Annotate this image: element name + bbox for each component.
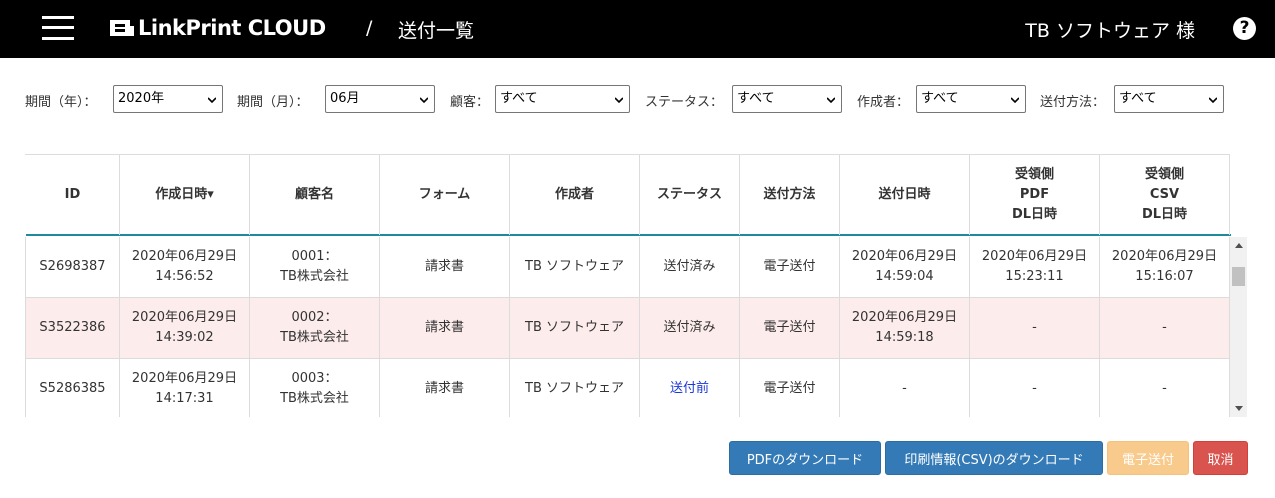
chevron-down-icon [827,97,835,104]
cell-pdf-dl: - [970,359,1100,417]
cell-status-link[interactable]: 送付前 [640,359,740,417]
cell-status: 送付済み [640,298,740,358]
cell-status: 送付済み [640,237,740,297]
cell-customer: 0003： TB株式会社 [250,359,380,417]
column-header-send-method[interactable]: 送付方法 [740,155,840,235]
chevron-down-icon [1011,97,1019,104]
cell-customer: 0002： TB株式会社 [250,298,380,358]
scroll-down-icon[interactable] [1235,406,1243,411]
filter-label-year: 期間（年）： [25,95,97,110]
pdf-download-button[interactable]: PDFのダウンロード [729,441,881,475]
cell-created-at: 2020年06月29日 14:17:31 [120,359,250,417]
page-title: 送付一覧 [398,20,475,42]
top-bar: LinkPrint CLOUD / 送付一覧 TB ソフトウェア 様 ? [0,0,1275,58]
cell-author: TB ソフトウェア [510,359,640,417]
filter-select-author[interactable]: すべて [916,85,1026,113]
filter-value-customer: すべて [500,91,538,106]
cell-form: 請求書 [380,237,510,297]
table-row[interactable]: S2698387 2020年06月29日 14:56:52 0001： TB株式… [26,237,1230,298]
cell-csv-dl: - [1100,298,1230,358]
chevron-down-icon [420,97,428,104]
column-header-sent-at[interactable]: 送付日時 [840,155,970,235]
filter-label-status: ステータス： [645,95,724,110]
cell-send-method: 電子送付 [740,359,840,417]
cell-form: 請求書 [380,359,510,417]
cell-customer: 0001： TB株式会社 [250,237,380,297]
cell-author: TB ソフトウェア [510,237,640,297]
scroll-up-icon[interactable] [1235,243,1243,248]
filter-label-month: 期間（月）： [237,95,309,110]
scroll-thumb[interactable] [1232,267,1245,286]
column-header-csv-dl[interactable]: 受領側 CSV DL日時 [1100,155,1230,235]
cell-id: S5286385 [26,359,120,417]
table-row[interactable]: S5286385 2020年06月29日 14:17:31 0003： TB株式… [26,359,1230,417]
cell-author: TB ソフトウェア [510,298,640,358]
table-scrollbar[interactable] [1230,237,1247,417]
send-list-table: ID 作成日時▾ 顧客名 フォーム 作成者 ステータス 送付方法 送付日時 受領… [25,154,1231,236]
filter-value-author: すべて [921,91,959,106]
cell-csv-dl: 2020年06月29日 15:16:07 [1100,237,1230,297]
logo-mark-icon [110,20,134,36]
column-header-customer[interactable]: 顧客名 [250,155,380,235]
column-header-form[interactable]: フォーム [380,155,510,235]
cell-pdf-dl: 2020年06月29日 15:23:11 [970,237,1100,297]
csv-download-button[interactable]: 印刷情報(CSV)のダウンロード [885,441,1103,475]
filter-value-status: すべて [737,91,775,106]
column-header-id[interactable]: ID [26,155,120,235]
cell-send-method: 電子送付 [740,237,840,297]
filter-value-month: 06月 [330,91,360,106]
app-logo: LinkPrint CLOUD [110,15,326,41]
cell-created-at: 2020年06月29日 14:39:02 [120,298,250,358]
logo-text: LinkPrint CLOUD [138,16,326,40]
filter-select-month[interactable]: 06月 [325,85,435,113]
cell-form: 請求書 [380,298,510,358]
filter-value-send-method: すべて [1119,91,1157,106]
table-header: ID 作成日時▾ 顧客名 フォーム 作成者 ステータス 送付方法 送付日時 受領… [26,155,1231,236]
cell-id: S2698387 [26,237,120,297]
chevron-down-icon [1209,97,1217,104]
filter-label-customer: 顧客： [450,95,490,110]
column-header-created-at[interactable]: 作成日時▾ [120,155,250,235]
chevron-down-icon [208,97,216,104]
breadcrumb-separator: / [366,17,373,39]
column-header-pdf-dl[interactable]: 受領側 PDF DL日時 [970,155,1100,235]
user-name[interactable]: TB ソフトウェア 様 [1025,16,1195,43]
cell-id: S3522386 [26,298,120,358]
table-row[interactable]: S3522386 2020年06月29日 14:39:02 0002： TB株式… [26,298,1230,359]
filter-select-year[interactable]: 2020年 [113,85,223,113]
filter-value-year: 2020年 [118,91,165,106]
filter-label-author: 作成者： [857,95,910,110]
column-header-status[interactable]: ステータス [640,155,740,235]
cell-sent-at: - [840,359,970,417]
help-icon[interactable]: ? [1233,17,1256,40]
cell-created-at: 2020年06月29日 14:56:52 [120,237,250,297]
table-body: S2698387 2020年06月29日 14:56:52 0001： TB株式… [25,237,1230,417]
cell-sent-at: 2020年06月29日 14:59:04 [840,237,970,297]
filter-select-send-method[interactable]: すべて [1114,85,1224,113]
column-header-author[interactable]: 作成者 [510,155,640,235]
menu-icon[interactable] [42,16,74,40]
filter-select-status[interactable]: すべて [732,85,842,113]
filter-bar: 期間（年）： 2020年 期間（月）： 06月 顧客： すべて ステータス： す… [0,85,1275,113]
e-send-button[interactable]: 電子送付 [1107,441,1189,475]
cell-csv-dl: - [1100,359,1230,417]
cancel-button[interactable]: 取消 [1193,441,1248,475]
filter-select-customer[interactable]: すべて [495,85,630,113]
filter-label-send-method: 送付方法： [1040,95,1106,110]
cell-send-method: 電子送付 [740,298,840,358]
cell-pdf-dl: - [970,298,1100,358]
chevron-down-icon [615,97,623,104]
cell-sent-at: 2020年06月29日 14:59:18 [840,298,970,358]
